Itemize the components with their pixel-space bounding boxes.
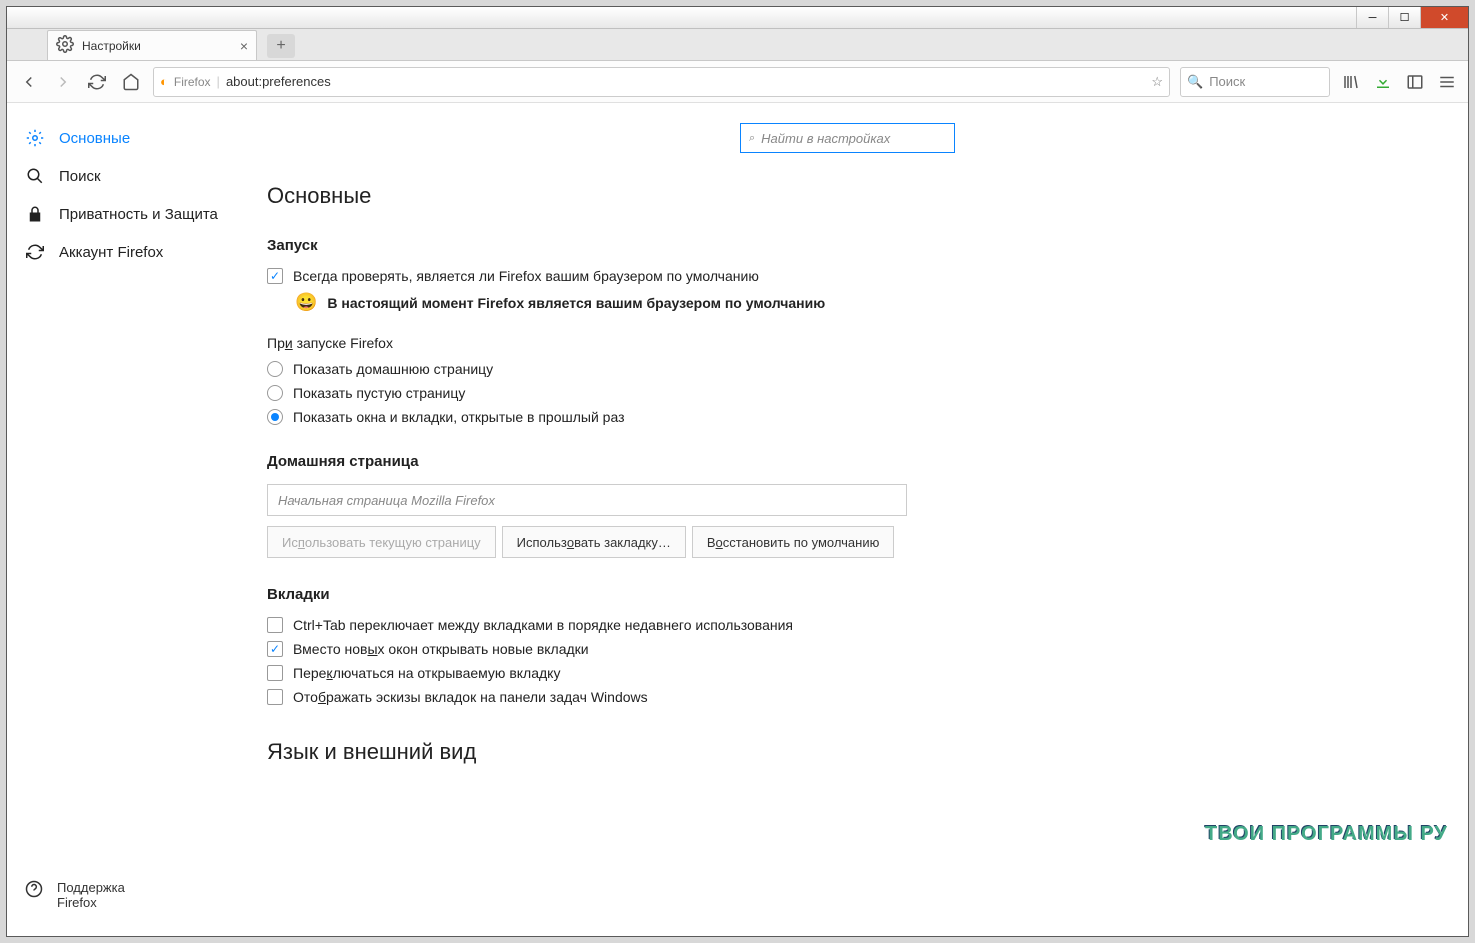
watermark: ТВОИ ПРОГРАММЫ РУ — [1205, 823, 1448, 846]
close-button[interactable]: ✕ — [1420, 7, 1468, 28]
restore-default-button[interactable]: Восстановить по умолчанию — [692, 526, 894, 558]
search-icon: 🔍 — [1187, 74, 1203, 90]
home-heading: Домашняя страница — [267, 453, 1428, 470]
page-title: Основные — [267, 183, 1428, 209]
preferences-sidebar: Основные Поиск Приватность и Защита Акка… — [7, 103, 247, 936]
tab-close-icon[interactable]: × — [240, 38, 248, 54]
find-in-preferences[interactable]: ⌕ Найти в настройках — [740, 123, 955, 153]
sidebar-item-search[interactable]: Поиск — [7, 157, 247, 195]
check-default-row[interactable]: Всегда проверять, является ли Firefox ва… — [267, 268, 1428, 284]
reload-button[interactable] — [85, 70, 109, 94]
radio-label: Показать домашнюю страницу — [293, 361, 493, 377]
identity-label: Firefox — [174, 75, 211, 89]
checkbox-label: Ctrl+Tab переключает между вкладками в п… — [293, 617, 793, 633]
startup-option-restore[interactable]: Показать окна и вкладки, открытые в прош… — [267, 409, 1428, 425]
help-icon — [25, 880, 43, 901]
sidebar-item-general[interactable]: Основные — [7, 119, 247, 157]
search-placeholder: Поиск — [1209, 74, 1245, 89]
home-button[interactable] — [119, 70, 143, 94]
radio-label: Показать пустую страницу — [293, 385, 465, 401]
checkbox[interactable] — [267, 689, 283, 705]
checkbox[interactable] — [267, 641, 283, 657]
search-placeholder: Найти в настройках — [761, 131, 890, 146]
tabs-heading: Вкладки — [267, 586, 1428, 603]
startup-option-blank[interactable]: Показать пустую страницу — [267, 385, 1428, 401]
sidebar-label: Приватность и Защита — [59, 206, 218, 223]
taskbar-thumb-row[interactable]: Отображать эскизы вкладок на панели зада… — [267, 689, 1428, 705]
menu-button[interactable] — [1436, 71, 1458, 93]
checkbox-label: Переключаться на открываемую вкладку — [293, 665, 560, 681]
use-bookmark-button[interactable]: Использовать закладку… — [502, 526, 686, 558]
browser-tab[interactable]: Настройки × — [47, 30, 257, 60]
minimize-button[interactable]: ─ — [1356, 7, 1388, 28]
checkbox-label: Вместо новых окон открывать новые вкладк… — [293, 641, 589, 657]
startup-option-home[interactable]: Показать домашнюю страницу — [267, 361, 1428, 377]
gear-icon — [56, 35, 74, 56]
smile-icon: 😀 — [295, 292, 317, 313]
firefox-icon: ◐ — [160, 74, 168, 89]
checkbox[interactable] — [267, 617, 283, 633]
tab-title: Настройки — [82, 39, 141, 53]
back-button[interactable] — [17, 70, 41, 94]
window-titlebar: ─ ☐ ✕ — [7, 7, 1468, 29]
sidebar-label: Основные — [59, 130, 130, 147]
new-tab-button[interactable]: + — [267, 34, 295, 58]
gear-icon — [25, 129, 45, 147]
language-heading: Язык и внешний вид — [267, 739, 1428, 765]
checkbox[interactable] — [267, 665, 283, 681]
use-current-button[interactable]: Использовать текущую страницу — [267, 526, 496, 558]
navigation-bar: ◐ Firefox | about:preferences ☆ 🔍 Поиск — [7, 61, 1468, 103]
sidebar-item-privacy[interactable]: Приватность и Защита — [7, 195, 247, 233]
radio-label: Показать окна и вкладки, открытые в прош… — [293, 409, 625, 425]
url-bar[interactable]: ◐ Firefox | about:preferences ☆ — [153, 67, 1170, 97]
checkbox[interactable] — [267, 268, 283, 284]
startup-heading: Запуск — [267, 237, 1428, 254]
bookmark-star-icon[interactable]: ☆ — [1151, 74, 1163, 90]
sidebar-help[interactable]: Поддержка Firefox — [7, 870, 247, 920]
sidebar-label: Аккаунт Firefox — [59, 244, 163, 261]
sidebar-label: Поиск — [59, 168, 101, 185]
sidebar-item-account[interactable]: Аккаунт Firefox — [7, 233, 247, 271]
sync-icon — [25, 243, 45, 261]
tab-strip: Настройки × + — [7, 29, 1468, 61]
search-icon — [25, 167, 45, 185]
help-label: Поддержка Firefox — [57, 880, 167, 910]
radio[interactable] — [267, 409, 283, 425]
preferences-main: ⌕ Найти в настройках Основные Запуск Все… — [247, 103, 1468, 936]
checkbox-label: Отображать эскизы вкладок на панели зада… — [293, 689, 648, 705]
maximize-button[interactable]: ☐ — [1388, 7, 1420, 28]
search-icon: ⌕ — [749, 132, 755, 145]
url-text: about:preferences — [226, 74, 331, 89]
radio[interactable] — [267, 385, 283, 401]
on-startup-label: При запуске Firefox — [267, 335, 1428, 351]
sidebar-icon[interactable] — [1404, 71, 1426, 93]
downloads-icon[interactable] — [1372, 71, 1394, 93]
homepage-input[interactable]: Начальная страница Mozilla Firefox — [267, 484, 907, 516]
search-bar[interactable]: 🔍 Поиск — [1180, 67, 1330, 97]
radio[interactable] — [267, 361, 283, 377]
switch-tab-row[interactable]: Переключаться на открываемую вкладку — [267, 665, 1428, 681]
lock-icon — [25, 205, 45, 223]
default-status-text: В настоящий момент Firefox является ваши… — [327, 295, 825, 311]
forward-button[interactable] — [51, 70, 75, 94]
library-icon[interactable] — [1340, 71, 1362, 93]
homepage-placeholder: Начальная страница Mozilla Firefox — [278, 493, 495, 508]
default-status-row: 😀 В настоящий момент Firefox является ва… — [295, 292, 1428, 313]
ctrl-tab-row[interactable]: Ctrl+Tab переключает между вкладками в п… — [267, 617, 1428, 633]
check-default-label: Всегда проверять, является ли Firefox ва… — [293, 268, 759, 284]
new-tab-row[interactable]: Вместо новых окон открывать новые вкладк… — [267, 641, 1428, 657]
